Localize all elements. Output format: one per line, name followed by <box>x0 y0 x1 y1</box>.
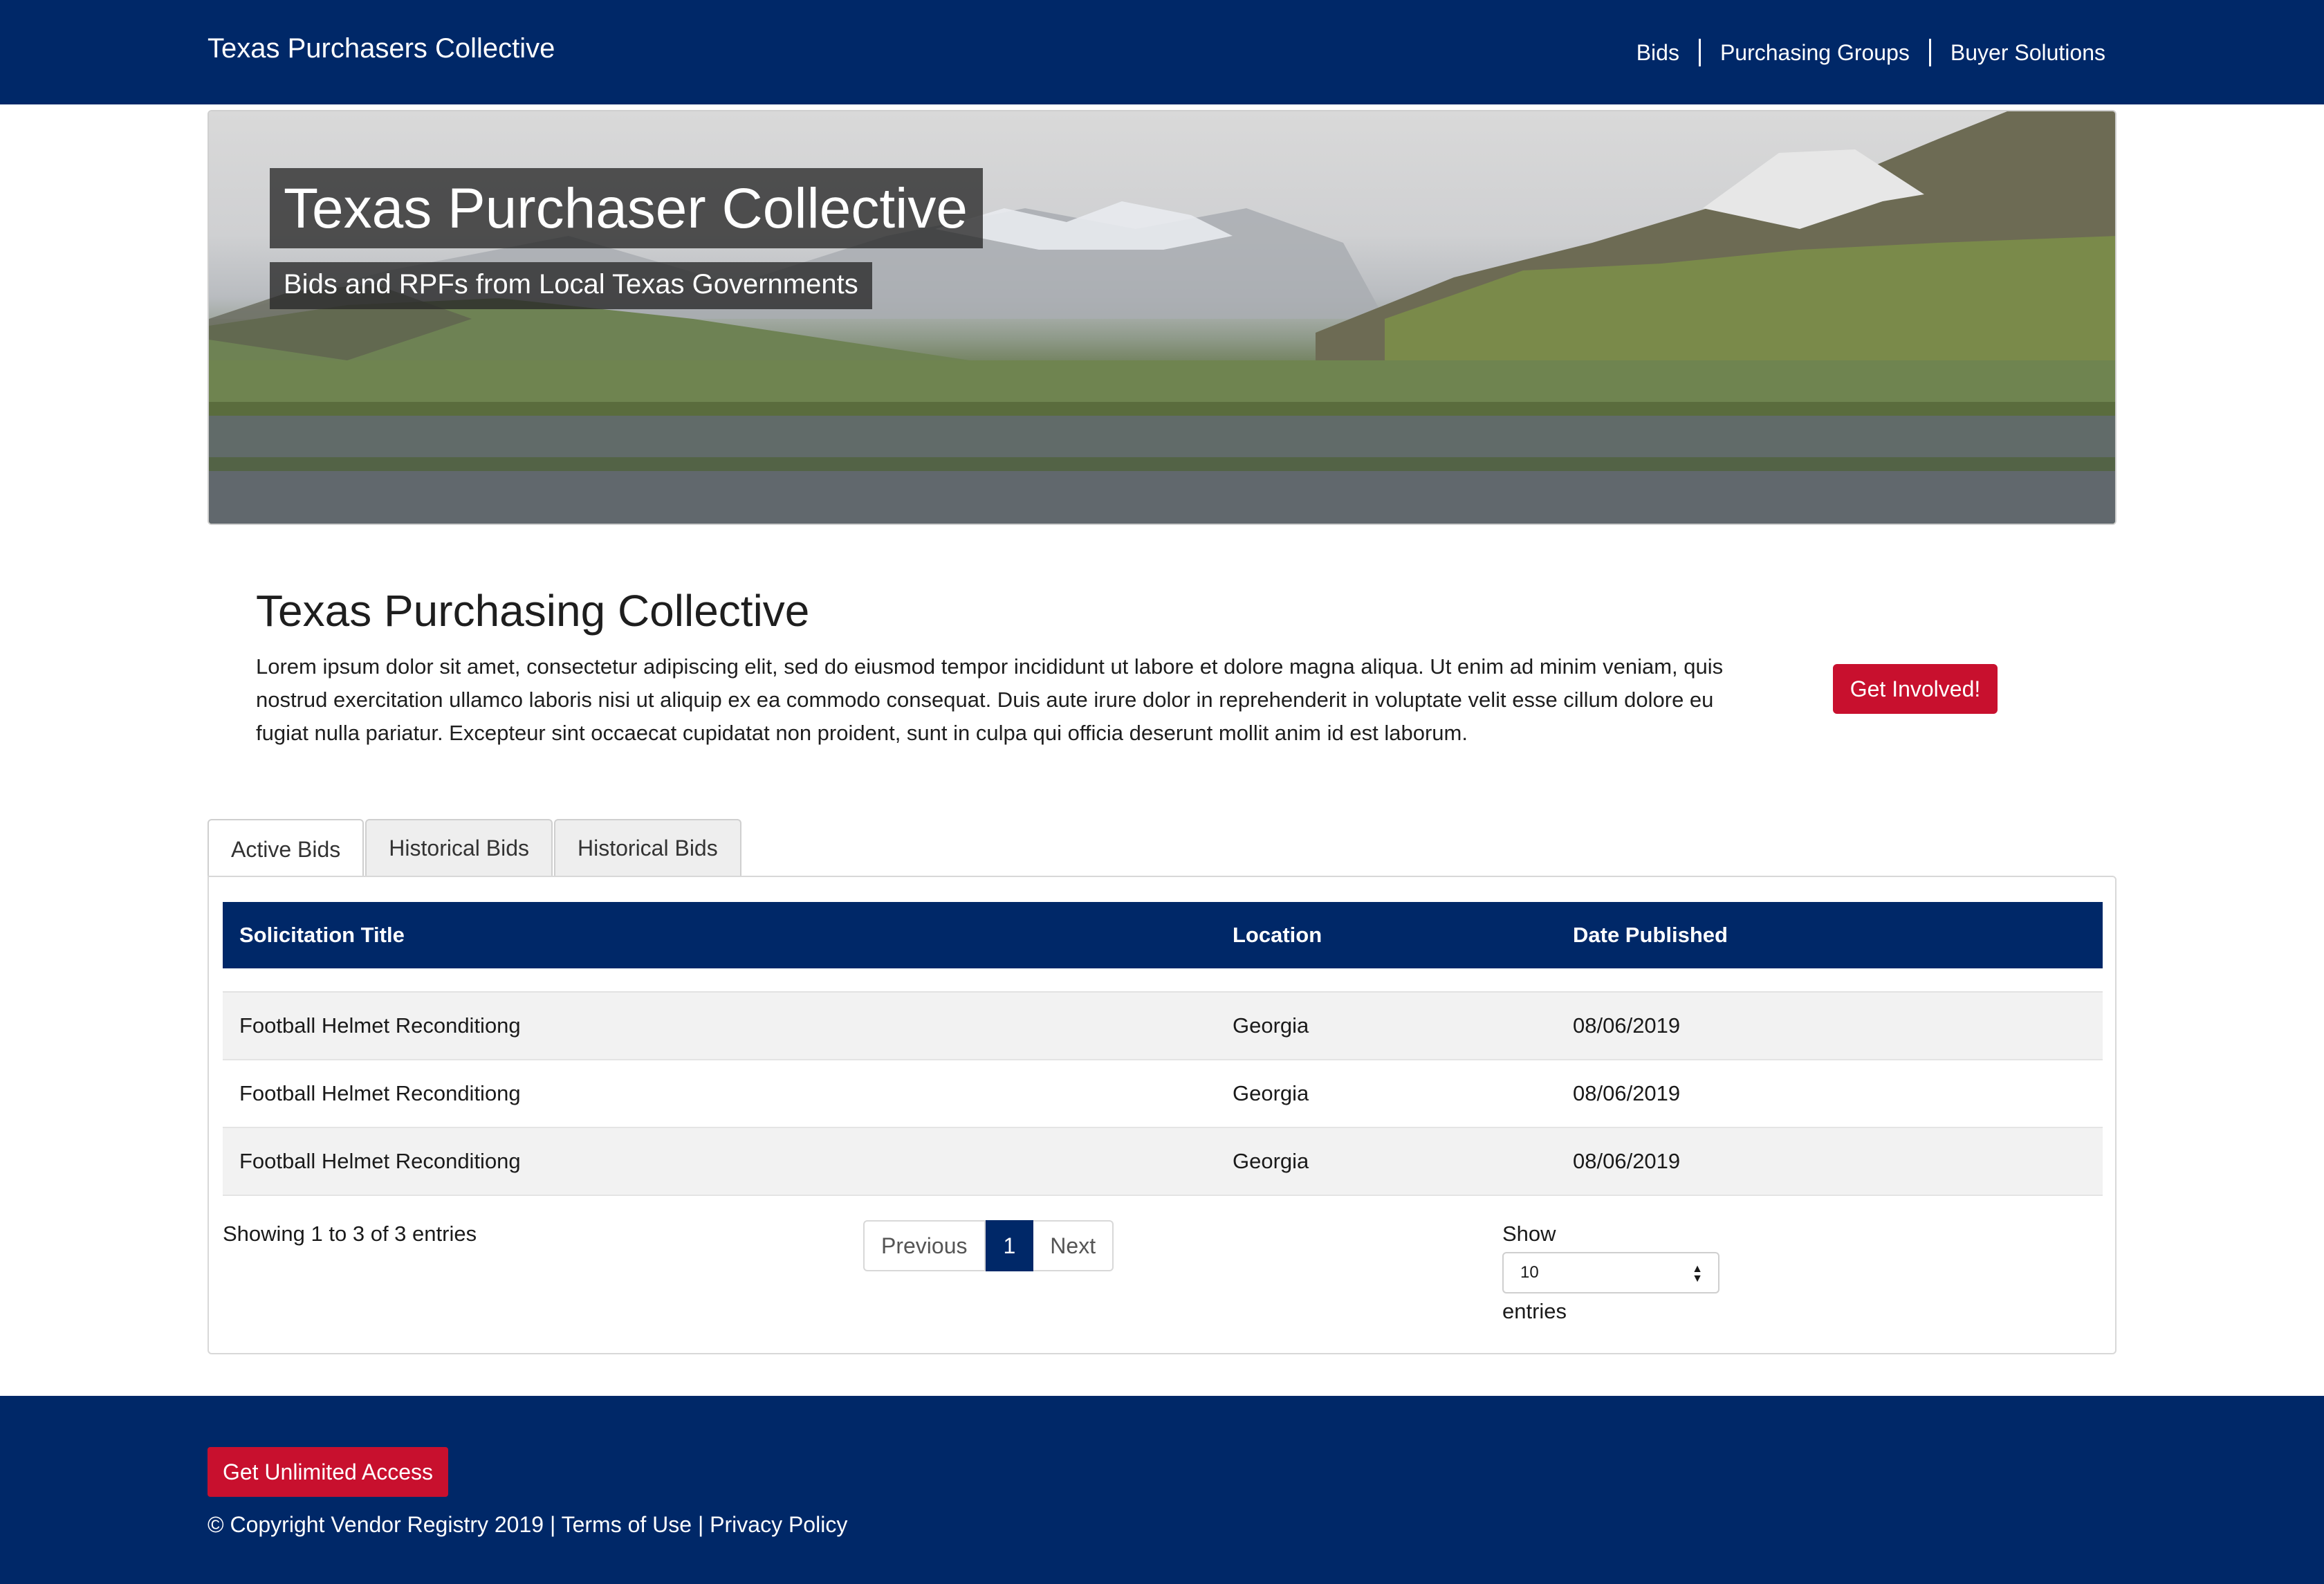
footer-links: © Copyright Vendor Registry 2019 | Terms… <box>208 1512 847 1538</box>
bids-panel: Solicitation Title Location Date Publish… <box>208 876 2116 1354</box>
nav-bids[interactable]: Bids <box>1636 40 1679 66</box>
hero-banner: Texas Purchaser Collective Bids and RPFs… <box>208 110 2116 525</box>
cell-location: Georgia <box>1216 1127 1556 1196</box>
bids-table: Solicitation Title Location Date Publish… <box>223 902 2103 1196</box>
section-description: Lorem ipsum dolor sit amet, consectetur … <box>256 654 1724 745</box>
nav-divider <box>1928 39 1931 66</box>
section-title: Texas Purchasing Collective <box>256 586 810 636</box>
cell-solicitation-title[interactable]: Football Helmet Reconditiong <box>223 1060 1216 1128</box>
nav-divider <box>1698 39 1701 66</box>
table-spacer <box>223 968 2103 993</box>
table-header-row: Solicitation Title Location Date Publish… <box>223 902 2103 968</box>
nav-buyer-solutions[interactable]: Buyer Solutions <box>1950 40 2105 66</box>
site-footer: Get Unlimited Access © Copyright Vendor … <box>0 1396 2324 1584</box>
cell-solicitation-title[interactable]: Football Helmet Reconditiong <box>223 992 1216 1060</box>
get-unlimited-access-button[interactable]: Get Unlimited Access <box>208 1447 448 1497</box>
page-length-select[interactable]: 10 ▲ ▼ <box>1502 1252 1719 1293</box>
column-header-location[interactable]: Location <box>1216 902 1556 968</box>
bid-tabs: Active Bids Historical Bids Historical B… <box>208 819 743 878</box>
terms-of-use-link[interactable]: Terms of Use <box>562 1512 692 1537</box>
brand-link[interactable]: Texas Purchasers Collective <box>208 33 555 64</box>
pagination: Previous 1 Next <box>863 1220 1114 1271</box>
cell-date-published: 08/06/2019 <box>1556 1127 2103 1196</box>
pagination-next-button[interactable]: Next <box>1033 1220 1114 1271</box>
cell-location: Georgia <box>1216 1060 1556 1128</box>
table-row[interactable]: Football Helmet Reconditiong Georgia 08/… <box>223 1060 2103 1128</box>
table-row[interactable]: Football Helmet Reconditiong Georgia 08/… <box>223 1127 2103 1196</box>
pagination-previous-button[interactable]: Previous <box>863 1220 986 1271</box>
tab-active-bids[interactable]: Active Bids <box>208 819 365 878</box>
page-length-label: Show <box>1502 1222 1556 1246</box>
footer-separator: | <box>549 1512 556 1537</box>
hero-subtitle: Bids and RPFs from Local Texas Governmen… <box>270 262 872 309</box>
page-length-value: 10 <box>1520 1263 1539 1282</box>
page-length-suffix: entries <box>1502 1299 1567 1323</box>
privacy-policy-link[interactable]: Privacy Policy <box>710 1512 847 1537</box>
cell-solicitation-title[interactable]: Football Helmet Reconditiong <box>223 1127 1216 1196</box>
table-info: Showing 1 to 3 of 3 entries <box>223 1222 477 1246</box>
main-nav: Bids Purchasing Groups Buyer Solutions <box>1636 39 2105 66</box>
top-navbar: Texas Purchasers Collective Bids Purchas… <box>0 0 2324 104</box>
cell-location: Georgia <box>1216 992 1556 1060</box>
table-row[interactable]: Football Helmet Reconditiong Georgia 08/… <box>223 992 2103 1060</box>
footer-separator: | <box>697 1512 704 1537</box>
cell-date-published: 08/06/2019 <box>1556 1060 2103 1128</box>
nav-purchasing-groups[interactable]: Purchasing Groups <box>1720 40 1910 66</box>
column-header-date-published[interactable]: Date Published <box>1556 902 2103 968</box>
pagination-page-1[interactable]: 1 <box>985 1220 1034 1271</box>
cell-date-published: 08/06/2019 <box>1556 992 2103 1060</box>
select-updown-icon: ▲ ▼ <box>1692 1263 1703 1284</box>
copyright-text: © Copyright Vendor Registry 2019 <box>208 1512 544 1537</box>
get-involved-button[interactable]: Get Involved! <box>1833 664 1998 714</box>
hero-title: Texas Purchaser Collective <box>270 168 983 248</box>
column-header-solicitation-title[interactable]: Solicitation Title <box>223 902 1216 968</box>
tab-historical-bids[interactable]: Historical Bids <box>365 819 553 876</box>
tab-historical-bids-2[interactable]: Historical Bids <box>554 819 741 876</box>
